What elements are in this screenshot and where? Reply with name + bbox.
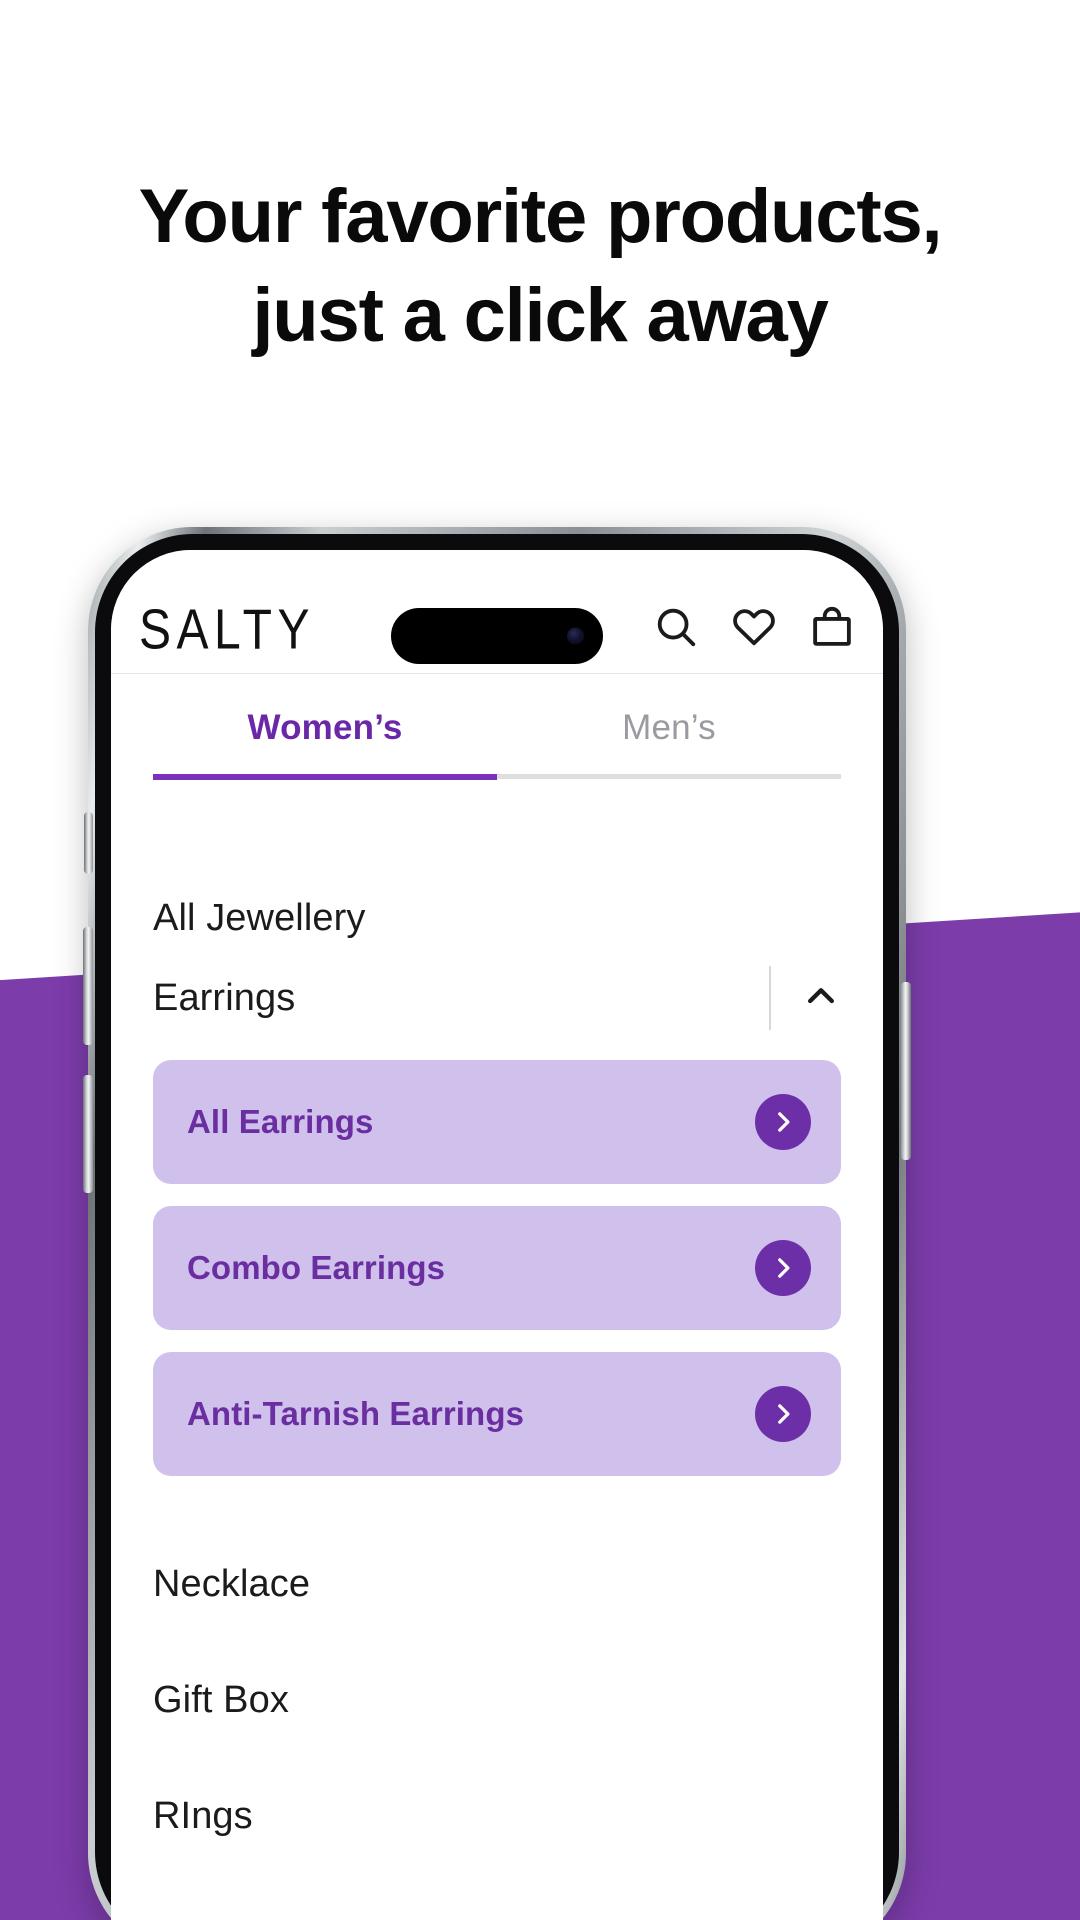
front-camera-icon <box>567 627 584 645</box>
heart-icon[interactable] <box>731 604 777 655</box>
menu-item-label: Earrings <box>153 976 296 1019</box>
tab-womens[interactable]: Women’s <box>153 674 497 774</box>
phone-screen: SALTY Women’s Men’s All Jewellery Earrin… <box>111 550 883 1920</box>
menu-item-rings[interactable]: RIngs <box>153 1758 841 1874</box>
menu-item-label: All Jewellery <box>153 897 366 939</box>
headline-line-1: Your favorite products, <box>138 174 943 259</box>
tab-mens[interactable]: Men’s <box>497 674 841 774</box>
subitem-combo-earrings[interactable]: Combo Earrings <box>153 1206 841 1330</box>
chevron-right-icon[interactable] <box>755 1240 811 1296</box>
subitem-label: All Earrings <box>187 1103 374 1140</box>
phone-volume-down-button[interactable] <box>83 1075 93 1193</box>
phone-volume-up-button[interactable] <box>83 927 93 1045</box>
chevron-right-icon[interactable] <box>755 1386 811 1442</box>
phone-mute-switch[interactable] <box>84 812 93 874</box>
promo-screenshot: Your favorite products, just a click awa… <box>0 0 1080 1920</box>
subitem-label: Combo Earrings <box>187 1249 446 1286</box>
vertical-divider <box>769 966 771 1030</box>
tab-underline-inactive <box>497 774 841 779</box>
earrings-subitem-list: All Earrings Combo Earrings Anti-Tarnish… <box>153 1056 841 1526</box>
phone-power-button[interactable] <box>901 982 911 1160</box>
subitem-label: Anti-Tarnish Earrings <box>187 1395 525 1432</box>
header-icon-group <box>653 604 855 659</box>
chevron-up-icon[interactable] <box>801 976 841 1021</box>
shopping-bag-icon[interactable] <box>809 604 855 655</box>
tab-underline-active <box>153 774 497 780</box>
chevron-right-icon[interactable] <box>755 1094 811 1150</box>
search-icon[interactable] <box>653 604 699 655</box>
menu-item-earrings[interactable]: Earrings <box>153 940 841 1056</box>
page-title: Your favorite products, just a click awa… <box>0 168 1080 366</box>
earrings-expander[interactable] <box>769 962 841 1034</box>
subitem-all-earrings[interactable]: All Earrings <box>153 1060 841 1184</box>
menu-item-label: Gift Box <box>153 1678 289 1721</box>
dynamic-island <box>391 608 603 664</box>
tab-underline-track <box>153 774 841 780</box>
subitem-anti-tarnish-earrings[interactable]: Anti-Tarnish Earrings <box>153 1352 841 1476</box>
category-menu: All Jewellery Earrings All Earrings Comb… <box>111 808 883 1874</box>
brand-logo[interactable]: SALTY <box>139 602 315 659</box>
menu-item-all-jewellery[interactable]: All Jewellery <box>153 808 841 940</box>
category-tabs: Women’s Men’s <box>111 674 883 780</box>
menu-item-necklace[interactable]: Necklace <box>153 1526 841 1642</box>
headline-line-2: just a click away <box>252 272 828 358</box>
phone-mockup: SALTY Women’s Men’s All Jewellery Earrin… <box>83 527 911 1920</box>
menu-item-label: RIngs <box>153 1794 253 1837</box>
menu-item-gift-box[interactable]: Gift Box <box>153 1642 841 1758</box>
menu-item-label: Necklace <box>153 1562 311 1605</box>
